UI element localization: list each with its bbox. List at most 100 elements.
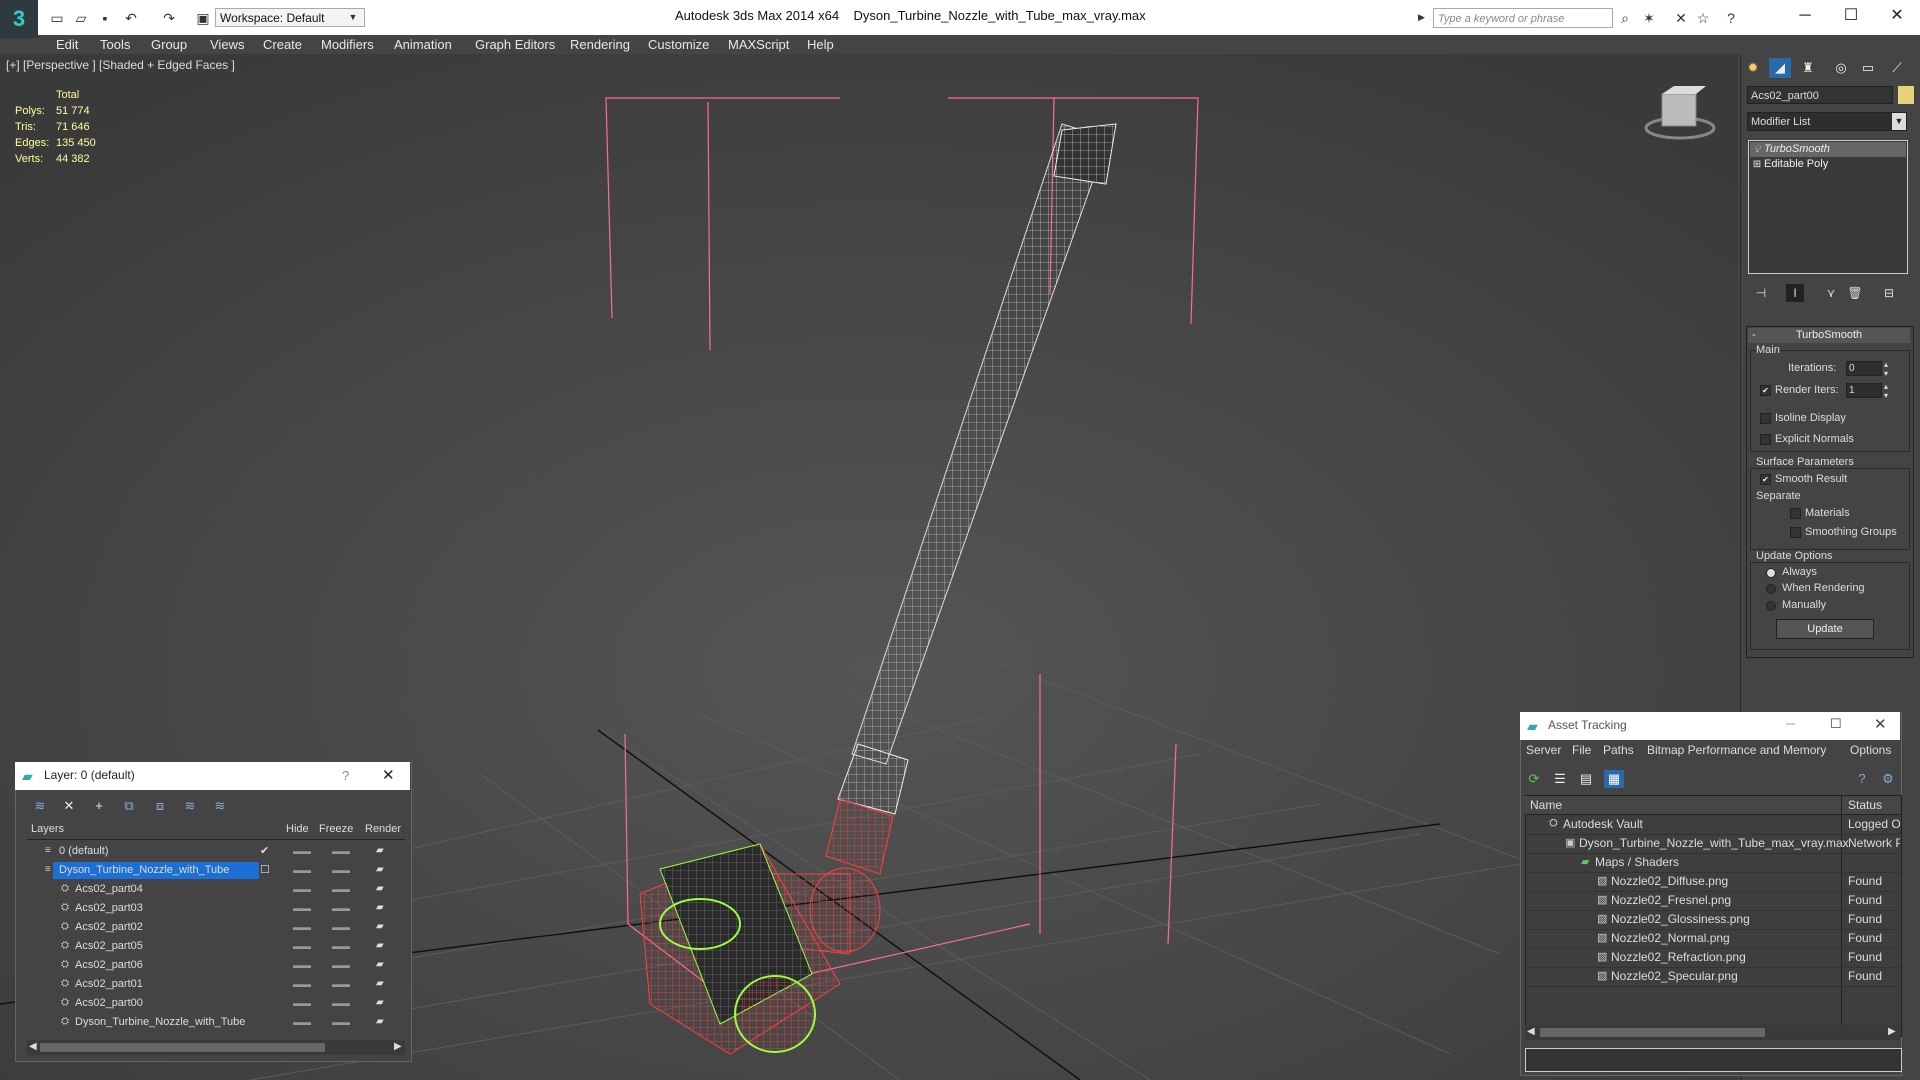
- render-toggle-icon[interactable]: ▰: [376, 1016, 384, 1027]
- make-unique-icon[interactable]: ⋎: [1822, 284, 1840, 302]
- freeze-all-layers-icon[interactable]: ≋: [210, 797, 230, 815]
- freeze-toggle[interactable]: ▬▬: [332, 941, 350, 951]
- layer-row[interactable]: ⛭ Acs02_part02 ▬▬ ▬▬ ▰: [27, 918, 405, 937]
- new-file-icon[interactable]: ▭: [48, 9, 66, 27]
- menu-graph-editors[interactable]: Graph Editors: [475, 35, 555, 54]
- layer-scroll-thumb[interactable]: [40, 1043, 325, 1052]
- freeze-toggle[interactable]: ▬▬: [332, 903, 350, 913]
- asset-row[interactable]: ▧ Nozzle02_Fresnel.png Found: [1525, 891, 1900, 911]
- create-tab-icon[interactable]: ✹: [1742, 58, 1764, 78]
- hide-toggle[interactable]: ▬▬: [293, 941, 311, 951]
- motion-tab-icon[interactable]: ◎: [1830, 58, 1852, 78]
- app-logo-icon[interactable]: 3: [0, 0, 38, 38]
- help-button[interactable]: ?: [342, 768, 349, 783]
- render-toggle-icon[interactable]: ▰: [376, 845, 384, 856]
- pin-stack-icon[interactable]: ⊣: [1752, 284, 1770, 302]
- stack-item-editable-poly[interactable]: ⊞ Editable Poly: [1750, 157, 1906, 172]
- tree-view-icon[interactable]: ▤: [1576, 770, 1596, 788]
- render-iters-checkbox[interactable]: ✔: [1760, 385, 1771, 396]
- remove-modifier-icon[interactable]: 🗑︎: [1846, 284, 1864, 302]
- name-column[interactable]: Name: [1530, 798, 1562, 812]
- layer-row[interactable]: ⛭ Acs02_part00 ▬▬ ▬▬ ▰: [27, 994, 405, 1013]
- add-to-layer-icon[interactable]: +: [89, 797, 109, 815]
- layers-column[interactable]: Layers: [31, 823, 64, 835]
- maximize-button[interactable]: ☐: [1828, 0, 1874, 32]
- menu-edit[interactable]: Edit: [56, 35, 78, 54]
- hierarchy-tab-icon[interactable]: ♜: [1797, 58, 1819, 78]
- menu-tools[interactable]: Tools: [100, 35, 130, 54]
- asset-row[interactable]: ▧ Nozzle02_Glossiness.png Found: [1525, 910, 1900, 930]
- scroll-right-icon[interactable]: ▶: [1888, 1026, 1896, 1037]
- scroll-right-icon[interactable]: ▶: [394, 1041, 402, 1052]
- help-icon[interactable]: ?: [1722, 9, 1740, 27]
- layer-row[interactable]: ⛭ Acs02_part01 ▬▬ ▬▬ ▰: [27, 975, 405, 994]
- modify-tab-icon[interactable]: ◢: [1769, 58, 1791, 78]
- asset-row[interactable]: ▧ Nozzle02_Specular.png Found: [1525, 967, 1900, 987]
- menu-create[interactable]: Create: [263, 35, 302, 54]
- freeze-toggle[interactable]: ▬▬: [332, 960, 350, 970]
- asset-scroll-thumb[interactable]: [1540, 1028, 1765, 1037]
- undo-icon[interactable]: ↶: [122, 9, 140, 27]
- asset-help-icon[interactable]: ?: [1852, 770, 1872, 788]
- render-toggle-icon[interactable]: ▰: [376, 921, 384, 932]
- open-file-icon[interactable]: ▱: [72, 9, 90, 27]
- active-layer-check-icon[interactable]: ✔: [260, 844, 269, 857]
- communication-icon[interactable]: ✕: [1672, 9, 1690, 27]
- project-folder-icon[interactable]: ▣: [194, 9, 212, 27]
- freeze-toggle[interactable]: ▬▬: [332, 1017, 350, 1027]
- asset-minimize-button[interactable]: ─: [1786, 716, 1795, 731]
- render-toggle-icon[interactable]: ▰: [376, 902, 384, 913]
- favorites-star-icon[interactable]: ☆: [1694, 9, 1712, 27]
- always-radio[interactable]: [1766, 568, 1776, 578]
- hide-toggle[interactable]: ▬▬: [293, 979, 311, 989]
- asset-menu-paths[interactable]: Paths: [1603, 743, 1634, 757]
- explicit-normals-checkbox[interactable]: [1760, 434, 1771, 445]
- menu-customize[interactable]: Customize: [648, 35, 709, 54]
- viewport-label[interactable]: [+] [Perspective ] [Shaded + Edged Faces…: [6, 58, 235, 72]
- asset-row[interactable]: ▣ Dyson_Turbine_Nozzle_with_Tube_max_vray…: [1525, 834, 1900, 854]
- display-tab-icon[interactable]: ▭: [1857, 58, 1879, 78]
- menu-modifiers[interactable]: Modifiers: [321, 35, 374, 54]
- render-toggle-icon[interactable]: ▰: [376, 883, 384, 894]
- hide-toggle[interactable]: ▬▬: [293, 865, 311, 875]
- save-icon[interactable]: ▪: [96, 9, 114, 27]
- update-button[interactable]: Update: [1776, 619, 1874, 639]
- table-view-icon[interactable]: ▦: [1604, 770, 1624, 788]
- asset-path-field[interactable]: [1525, 1048, 1902, 1072]
- object-name-field[interactable]: Acs02_part00: [1747, 86, 1893, 104]
- modifier-list-dropdown[interactable]: Modifier List: [1747, 112, 1907, 131]
- utilities-tab-icon[interactable]: ⟋: [1886, 58, 1908, 78]
- menu-help[interactable]: Help: [807, 35, 834, 54]
- freeze-toggle[interactable]: ▬▬: [332, 846, 350, 856]
- layer-row[interactable]: ⛭ Acs02_part05 ▬▬ ▬▬ ▰: [27, 937, 405, 956]
- asset-settings-icon[interactable]: ⚙: [1878, 770, 1898, 788]
- menu-maxscript[interactable]: MAXScript: [728, 35, 789, 54]
- asset-row[interactable]: ▰ Maps / Shaders: [1525, 853, 1900, 873]
- lightbulb-icon[interactable]: 💡︎: [1750, 142, 1764, 157]
- hide-column[interactable]: Hide: [286, 823, 309, 835]
- layer-row[interactable]: ≡ 0 (default) ✔ ▬▬ ▬▬ ▰: [27, 842, 405, 861]
- render-toggle-icon[interactable]: ▰: [376, 978, 384, 989]
- highlight-selected-icon[interactable]: ⧈: [150, 797, 170, 815]
- freeze-toggle[interactable]: ▬▬: [332, 998, 350, 1008]
- menu-rendering[interactable]: Rendering: [570, 35, 630, 54]
- hide-toggle[interactable]: ▬▬: [293, 884, 311, 894]
- isoline-checkbox[interactable]: [1760, 413, 1771, 424]
- asset-row[interactable]: ▧ Nozzle02_Diffuse.png Found: [1525, 872, 1900, 892]
- hide-toggle[interactable]: ▬▬: [293, 998, 311, 1008]
- menu-animation[interactable]: Animation: [394, 35, 452, 54]
- layer-row[interactable]: ⛭ Acs02_part03 ▬▬ ▬▬ ▰: [27, 899, 405, 918]
- render-iters-spinner[interactable]: 1: [1846, 383, 1882, 398]
- manually-radio[interactable]: [1766, 601, 1776, 611]
- hide-toggle[interactable]: ▬▬: [293, 960, 311, 970]
- render-column[interactable]: Render: [365, 823, 401, 835]
- freeze-toggle[interactable]: ▬▬: [332, 979, 350, 989]
- hide-toggle[interactable]: ▬▬: [293, 1017, 311, 1027]
- smoothing-groups-checkbox[interactable]: [1790, 527, 1801, 538]
- redo-icon[interactable]: ↷: [160, 9, 178, 27]
- rollout-header[interactable]: - TurboSmooth: [1748, 328, 1910, 343]
- render-toggle-icon[interactable]: ▰: [376, 959, 384, 970]
- search-expand-icon[interactable]: ▶: [1418, 12, 1425, 23]
- render-toggle-icon[interactable]: ▰: [376, 997, 384, 1008]
- select-in-layer-icon[interactable]: ⧉: [119, 797, 139, 815]
